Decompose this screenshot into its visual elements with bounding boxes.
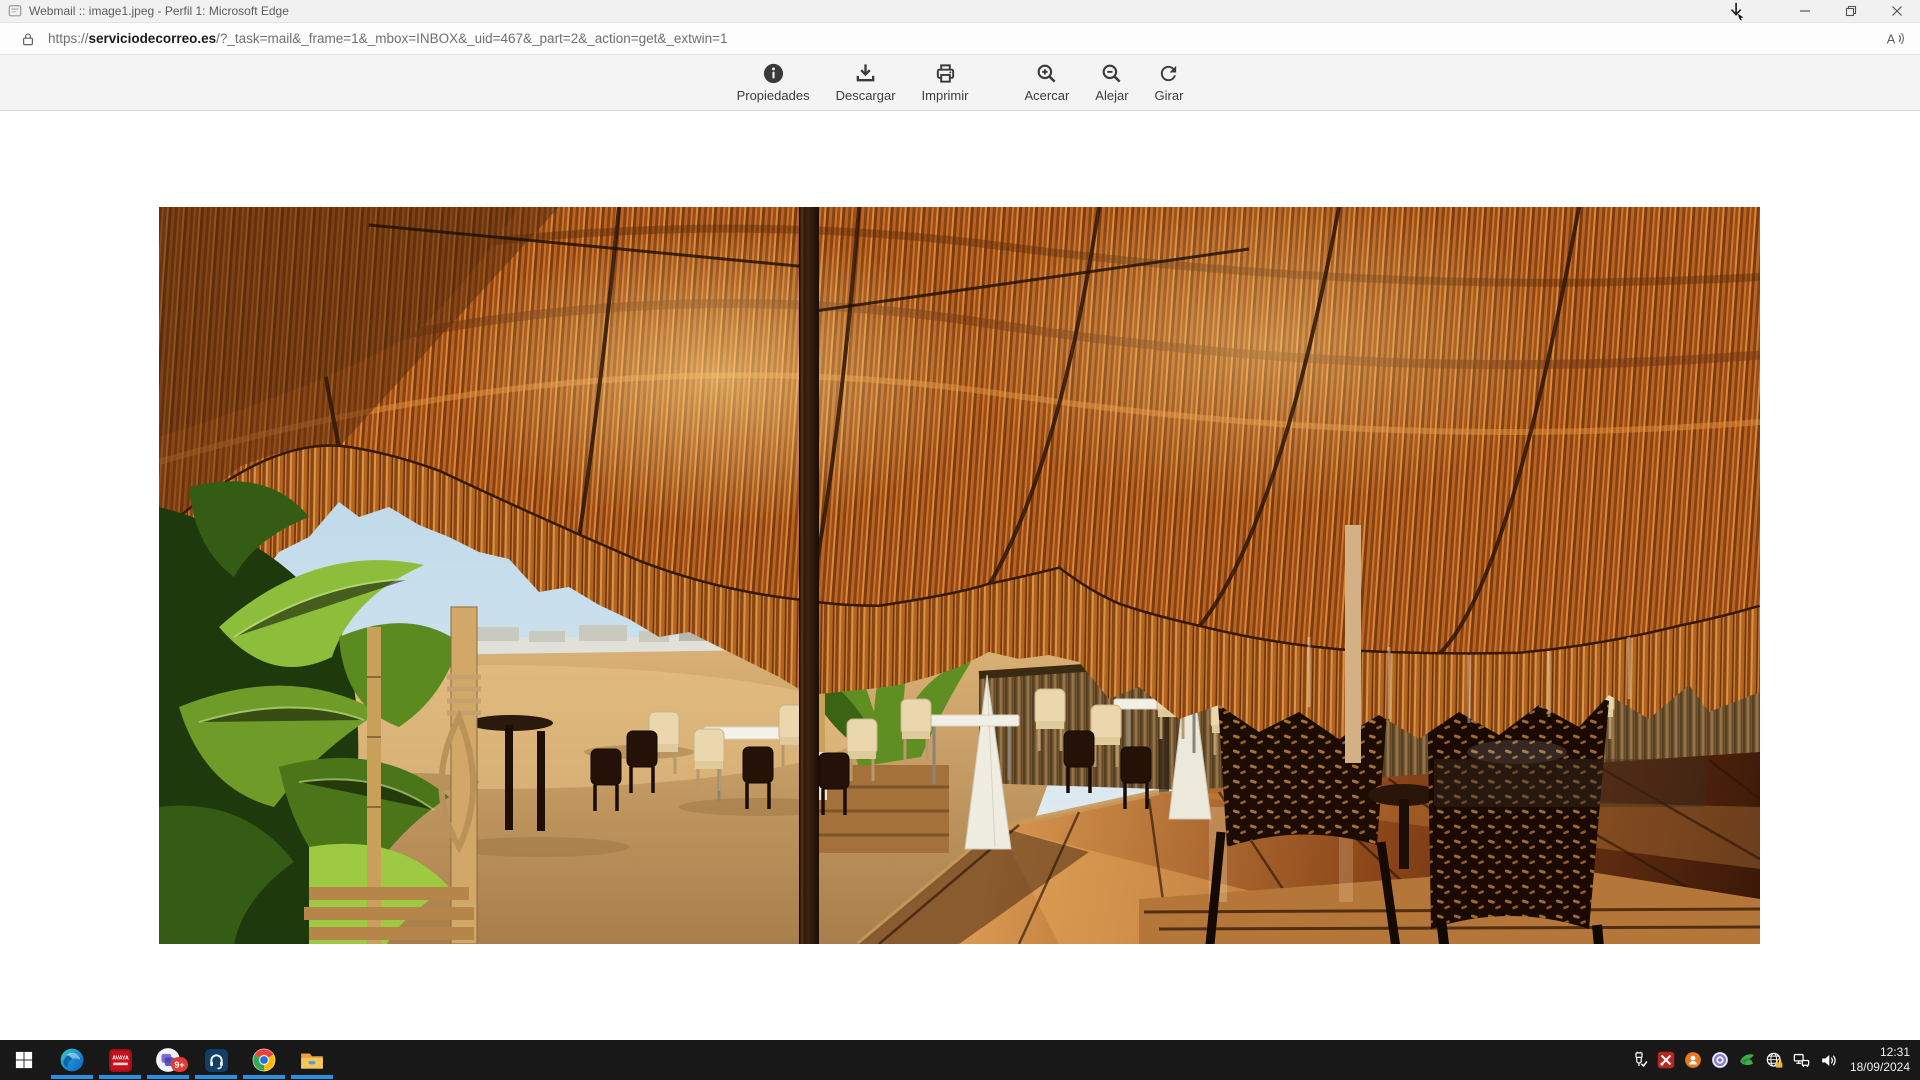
taskbar: AVAYA 9+ (0, 1040, 1920, 1080)
chrome-icon (251, 1047, 277, 1073)
read-aloud-icon[interactable]: A (1884, 29, 1906, 49)
tool-label: Alejar (1095, 88, 1128, 103)
taskbar-app-edge[interactable] (48, 1040, 96, 1080)
download-button[interactable]: Descargar (836, 62, 896, 103)
url-path: /?_task=mail&_frame=1&_mbox=INBOX&_uid=4… (216, 31, 727, 46)
zoom-in-icon (1035, 62, 1058, 85)
green-app-icon[interactable] (1734, 1040, 1761, 1080)
running-indicator (195, 1075, 237, 1079)
taskbar-clock[interactable]: 12:31 18/09/2024 (1850, 1045, 1910, 1075)
url-scheme: https:// (48, 31, 89, 46)
running-indicator (291, 1075, 333, 1079)
running-indicator (99, 1075, 141, 1079)
maximize-button[interactable] (1828, 0, 1874, 22)
close-button[interactable] (1874, 0, 1920, 22)
avaya-icon: AVAYA (108, 1048, 133, 1073)
url-domain: serviciodecorreo.es (89, 31, 217, 46)
beach-bar-photo-illustration (159, 207, 1760, 944)
zoom-in-button[interactable]: Acercar (1024, 62, 1069, 103)
tool-label: Girar (1155, 88, 1184, 103)
running-indicator (147, 1075, 189, 1079)
taskbar-app-chrome[interactable] (240, 1040, 288, 1080)
purple-app-icon[interactable] (1707, 1040, 1734, 1080)
tool-label: Propiedades (737, 88, 810, 103)
zoom-out-button[interactable]: Alejar (1095, 62, 1128, 103)
page-content (0, 111, 1920, 1040)
clock-date: 18/09/2024 (1850, 1060, 1910, 1075)
vpn-globe-lock-icon[interactable] (1761, 1040, 1788, 1080)
rotate-icon (1157, 62, 1180, 85)
headset-app-icon (204, 1048, 229, 1073)
image-viewer-toolbar: Propiedades Descargar Imprimir (0, 55, 1920, 111)
system-tray: 12:31 18/09/2024 (1626, 1040, 1920, 1080)
running-indicator (243, 1075, 285, 1079)
window-title: Webmail :: image1.jpeg - Perfil 1: Micro… (29, 4, 289, 18)
right-pole (1345, 525, 1361, 763)
notification-badge: 9+ (171, 1057, 188, 1072)
windows-logo-icon (15, 1051, 33, 1069)
print-icon (934, 62, 957, 85)
page-favicon-icon (8, 4, 22, 18)
rotate-button[interactable]: Girar (1155, 62, 1184, 103)
edge-icon (59, 1047, 85, 1073)
running-indicator (51, 1075, 93, 1079)
taskbar-app-headset[interactable] (192, 1040, 240, 1080)
address-bar: https://serviciodecorreo.es/?_task=mail&… (0, 23, 1920, 55)
url-text[interactable]: https://serviciodecorreo.es/?_task=mail&… (48, 31, 1884, 46)
titlebar: Webmail :: image1.jpeg - Perfil 1: Micro… (0, 0, 1920, 23)
svg-text:AVAYA: AVAYA (112, 1055, 129, 1061)
lock-icon[interactable] (20, 31, 36, 47)
taskbar-app-file-explorer[interactable] (288, 1040, 336, 1080)
window-controls (1726, 0, 1920, 22)
minimize-button[interactable] (1782, 0, 1828, 22)
safely-remove-hardware-icon[interactable] (1626, 1040, 1653, 1080)
edge-popup-window: Webmail :: image1.jpeg - Perfil 1: Micro… (0, 0, 1920, 1080)
download-icon (854, 62, 877, 85)
tool-label: Imprimir (922, 88, 969, 103)
volume-icon[interactable] (1815, 1040, 1842, 1080)
info-icon (762, 62, 785, 85)
properties-button[interactable]: Propiedades (737, 62, 810, 103)
beach-bar-photo[interactable] (159, 207, 1760, 944)
red-x-app-icon[interactable] (1653, 1040, 1680, 1080)
taskbar-app-avaya[interactable]: AVAYA (96, 1040, 144, 1080)
tool-label: Acercar (1024, 88, 1069, 103)
orange-app-icon[interactable] (1680, 1040, 1707, 1080)
taskbar-app-chat[interactable]: 9+ (144, 1040, 192, 1080)
tool-label: Descargar (836, 88, 896, 103)
mouse-cursor (1726, 1, 1748, 21)
print-button[interactable]: Imprimir (922, 62, 969, 103)
svg-text:A: A (1887, 31, 1896, 46)
file-explorer-icon (299, 1047, 325, 1073)
zoom-out-icon (1100, 62, 1123, 85)
clock-time: 12:31 (1850, 1045, 1910, 1060)
network-icon[interactable] (1788, 1040, 1815, 1080)
start-button[interactable] (0, 1040, 48, 1080)
